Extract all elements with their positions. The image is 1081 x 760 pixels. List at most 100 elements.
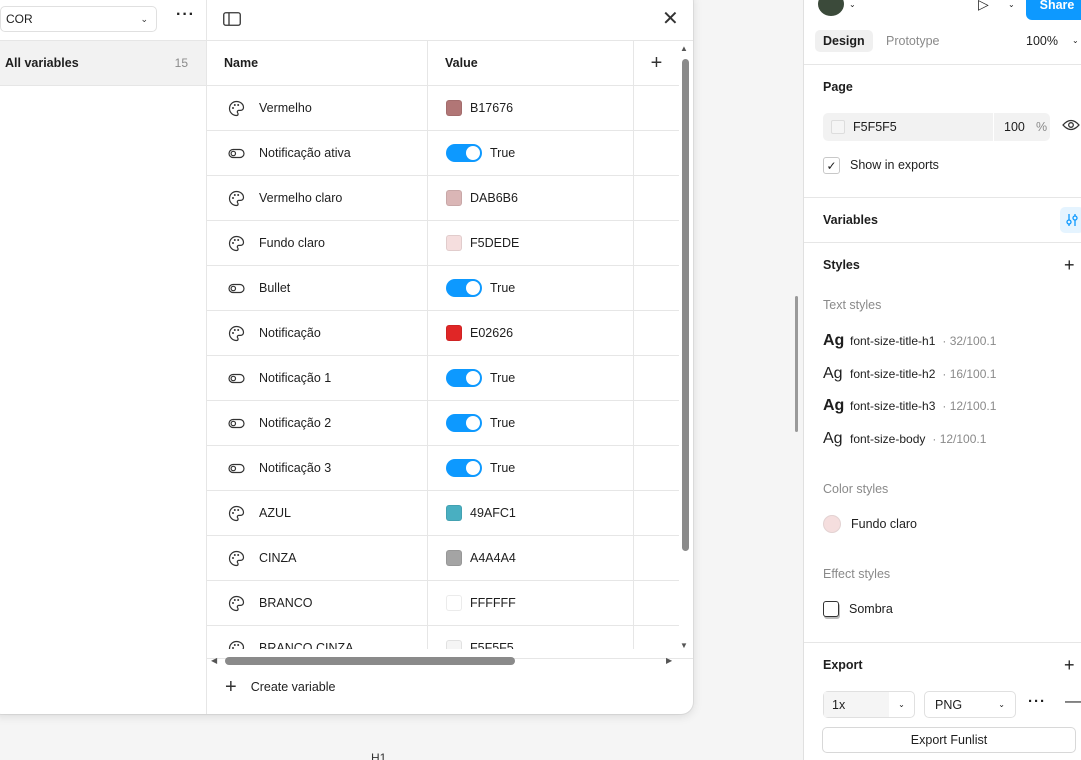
boolean-toggle[interactable] <box>446 414 482 432</box>
variable-name-cell[interactable]: BRANCO <box>207 581 428 625</box>
collection-select[interactable]: COR ⌄ <box>0 6 157 32</box>
scroll-right-arrow-icon[interactable]: ▶ <box>666 656 672 665</box>
table-row[interactable]: Notificação 2 True <box>207 401 679 446</box>
table-row[interactable]: Vermelho claro DAB6B6 <box>207 176 679 221</box>
table-row[interactable]: BRANCO CINZA F5F5F5 <box>207 626 679 649</box>
variable-name-cell[interactable]: Notificação 1 <box>207 356 428 400</box>
export-button[interactable]: Export Funlist <box>822 727 1076 753</box>
chevron-down-icon[interactable]: ⌄ <box>1008 0 1015 9</box>
table-row[interactable]: Notificação E02626 <box>207 311 679 356</box>
canvas-scrollbar[interactable] <box>795 296 798 432</box>
color-swatch[interactable] <box>446 100 462 116</box>
remove-export-icon[interactable]: — <box>1065 693 1081 711</box>
table-row[interactable]: Notificação 3 True <box>207 446 679 491</box>
add-mode-button[interactable]: + <box>634 41 679 85</box>
table-row[interactable]: Fundo claro F5DEDE <box>207 221 679 266</box>
text-style-item[interactable]: Ag font-size-title-h2 · 16/100.1 <box>823 365 996 383</box>
vertical-scrollbar[interactable] <box>682 59 689 551</box>
export-scale-select[interactable]: 1x ⌄ <box>823 691 915 718</box>
chevron-down-icon[interactable]: ⌄ <box>849 0 856 9</box>
eye-icon[interactable] <box>1062 119 1080 134</box>
variable-value-cell[interactable]: B17676 <box>428 86 634 130</box>
export-settings-icon[interactable]: ··· <box>1028 693 1046 710</box>
sidebar-toggle-icon[interactable] <box>223 12 241 29</box>
table-row[interactable]: CINZA A4A4A4 <box>207 536 679 581</box>
color-swatch[interactable] <box>446 190 462 206</box>
variable-name-cell[interactable]: Fundo claro <box>207 221 428 265</box>
page-color-swatch[interactable] <box>831 120 845 134</box>
color-swatch[interactable] <box>446 640 462 649</box>
table-row[interactable]: Vermelho B17676 <box>207 86 679 131</box>
chevron-down-icon[interactable]: ⌄ <box>1072 36 1079 45</box>
variable-name-cell[interactable]: Notificação 3 <box>207 446 428 490</box>
add-export-icon[interactable]: + <box>1064 656 1075 674</box>
variable-name-cell[interactable]: BRANCO CINZA <box>207 626 428 649</box>
scroll-left-arrow-icon[interactable]: ◀ <box>211 656 217 665</box>
close-icon[interactable]: ✕ <box>662 9 679 29</box>
avatar[interactable] <box>818 0 844 16</box>
variable-value-cell[interactable]: True <box>428 356 634 400</box>
variable-name-cell[interactable]: Vermelho <box>207 86 428 130</box>
boolean-toggle[interactable] <box>446 459 482 477</box>
color-swatch[interactable] <box>446 505 462 521</box>
variable-name-cell[interactable]: Bullet <box>207 266 428 310</box>
more-options-icon[interactable]: ··· <box>176 7 195 23</box>
variable-value-cell[interactable]: FFFFFF <box>428 581 634 625</box>
variable-value-cell[interactable]: True <box>428 266 634 310</box>
tab-design[interactable]: Design <box>815 30 873 52</box>
share-button[interactable]: Share <box>1026 0 1081 20</box>
boolean-toggle[interactable] <box>446 144 482 162</box>
table-row[interactable]: Notificação ativa True <box>207 131 679 176</box>
variable-value-cell[interactable]: True <box>428 131 634 175</box>
add-style-icon[interactable]: + <box>1064 256 1075 274</box>
color-swatch[interactable] <box>446 325 462 341</box>
variable-value-cell[interactable]: A4A4A4 <box>428 536 634 580</box>
boolean-toggle[interactable] <box>446 279 482 297</box>
text-style-item[interactable]: Ag font-size-title-h1 · 32/100.1 <box>823 332 996 350</box>
variable-name-cell[interactable]: AZUL <box>207 491 428 535</box>
boolean-toggle[interactable] <box>446 369 482 387</box>
variable-value: True <box>490 146 516 160</box>
variable-value-cell[interactable]: F5DEDE <box>428 221 634 265</box>
variable-value-cell[interactable]: E02626 <box>428 311 634 355</box>
zoom-level[interactable]: 100% <box>1026 34 1058 48</box>
text-style-item[interactable]: Ag font-size-body · 12/100.1 <box>823 430 986 448</box>
page-background-field[interactable]: F5F5F5 100 % <box>823 113 1050 141</box>
table-row[interactable]: Notificação 1 True <box>207 356 679 401</box>
variable-value-cell[interactable]: 49AFC1 <box>428 491 634 535</box>
page-color-hex[interactable]: F5F5F5 <box>853 120 993 134</box>
scroll-up-arrow-icon[interactable]: ▲ <box>680 44 688 53</box>
export-format-select[interactable]: PNG ⌄ <box>924 691 1016 718</box>
all-variables-item[interactable]: All variables 15 <box>0 41 206 86</box>
chevron-down-icon[interactable]: ⌄ <box>889 700 914 709</box>
variable-value-cell[interactable]: F5F5F5 <box>428 626 634 649</box>
table-row[interactable]: BRANCO FFFFFF <box>207 581 679 626</box>
table-row[interactable]: AZUL 49AFC1 <box>207 491 679 536</box>
color-swatch[interactable] <box>446 235 462 251</box>
variable-value-cell[interactable]: True <box>428 401 634 445</box>
color-swatch[interactable] <box>446 595 462 611</box>
effect-styles-title: Effect styles <box>823 567 891 581</box>
table-row[interactable]: Bullet True <box>207 266 679 311</box>
variable-name-cell[interactable]: Notificação ativa <box>207 131 428 175</box>
export-scale-value[interactable]: 1x <box>824 692 889 717</box>
scroll-down-arrow-icon[interactable]: ▼ <box>680 641 688 650</box>
color-swatch[interactable] <box>446 550 462 566</box>
variable-value-cell[interactable]: True <box>428 446 634 490</box>
page-opacity[interactable]: 100 <box>994 120 1036 134</box>
variable-name-cell[interactable]: Notificação 2 <box>207 401 428 445</box>
show-in-exports-checkbox[interactable]: ✓ <box>823 157 840 174</box>
color-style-item[interactable]: Fundo claro <box>823 515 917 533</box>
variable-value-cell[interactable]: DAB6B6 <box>428 176 634 220</box>
present-play-icon[interactable]: ▷ <box>978 0 989 13</box>
variable-name-cell[interactable]: Vermelho claro <box>207 176 428 220</box>
create-variable-button[interactable]: + Create variable <box>207 658 693 714</box>
effect-style-name: Sombra <box>849 602 893 616</box>
variable-name-cell[interactable]: CINZA <box>207 536 428 580</box>
horizontal-scrollbar[interactable] <box>225 657 515 665</box>
tab-prototype[interactable]: Prototype <box>886 34 940 48</box>
open-variables-button[interactable] <box>1060 207 1081 233</box>
effect-style-item[interactable]: Sombra <box>823 601 893 617</box>
text-style-item[interactable]: Ag font-size-title-h3 · 12/100.1 <box>823 397 996 415</box>
variable-name-cell[interactable]: Notificação <box>207 311 428 355</box>
